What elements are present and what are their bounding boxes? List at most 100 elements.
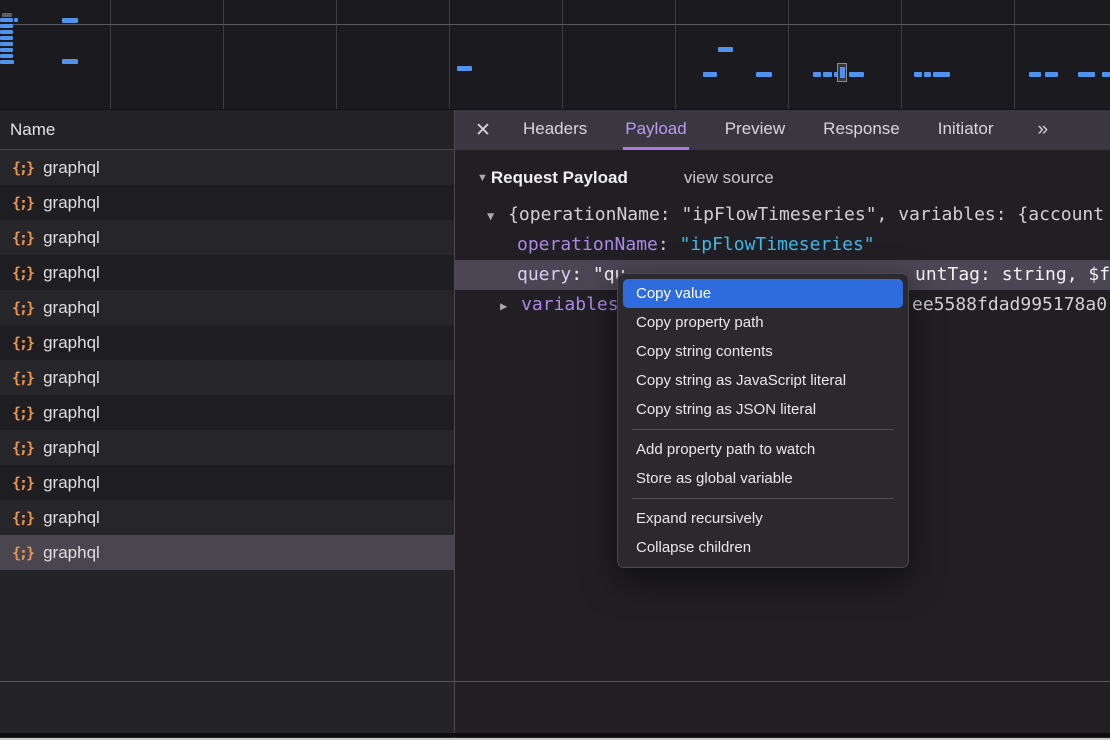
view-source-link[interactable]: view source bbox=[684, 168, 774, 188]
request-timing-bar bbox=[1045, 72, 1058, 77]
summary-divider bbox=[0, 681, 1110, 682]
collapsed-triangle-icon[interactable]: ▶ bbox=[500, 299, 507, 313]
request-timing-bar bbox=[1078, 72, 1095, 77]
menu-separator bbox=[632, 498, 894, 499]
request-timing-bar bbox=[2, 13, 12, 17]
json-braces-icon: {;} bbox=[12, 264, 33, 282]
request-timing-bar bbox=[1029, 72, 1041, 77]
timeline-gridline bbox=[336, 0, 337, 109]
request-row[interactable]: {;} graphql bbox=[0, 465, 454, 500]
menu-item-collapse-children[interactable]: Collapse children bbox=[623, 533, 903, 562]
json-braces-icon: {;} bbox=[12, 369, 33, 387]
json-row-operation-name[interactable]: operationName: "ipFlowTimeseries" bbox=[455, 230, 1110, 260]
menu-item-copy-property-path[interactable]: Copy property path bbox=[623, 308, 903, 337]
timeline-gridline bbox=[675, 0, 676, 109]
menu-item-copy-value[interactable]: Copy value bbox=[623, 279, 903, 308]
timeline-gridline bbox=[901, 0, 902, 109]
tab-response[interactable]: Response bbox=[821, 110, 902, 150]
request-name-label: graphql bbox=[43, 438, 100, 458]
json-braces-icon: {;} bbox=[12, 299, 33, 317]
menu-item-copy-string-as-javascript-literal[interactable]: Copy string as JavaScript literal bbox=[623, 366, 903, 395]
json-key: query bbox=[517, 264, 571, 285]
timeline-gridline bbox=[223, 0, 224, 109]
request-name-label: graphql bbox=[43, 263, 100, 283]
network-main-split: Name {;}graphql{;}graphql{;}graphql{;}gr… bbox=[0, 110, 1110, 740]
request-timing-bar bbox=[0, 60, 14, 64]
request-name-label: graphql bbox=[43, 508, 100, 528]
request-row[interactable]: {;} graphql bbox=[0, 290, 454, 325]
request-timing-bar bbox=[703, 72, 717, 77]
details-tab-bar: ✕ Headers Payload Preview Response Initiator… bbox=[455, 110, 1110, 150]
request-row[interactable]: {;}graphql bbox=[0, 220, 454, 255]
request-row[interactable]: {;} graphql bbox=[0, 325, 454, 360]
request-timing-bar bbox=[0, 48, 13, 52]
request-row[interactable]: {;} graphql bbox=[0, 255, 454, 290]
tab-preview[interactable]: Preview bbox=[723, 110, 787, 150]
name-column-header[interactable]: Name bbox=[0, 110, 454, 150]
tab-headers[interactable]: Headers bbox=[521, 110, 589, 150]
request-timing-bar bbox=[457, 66, 472, 71]
json-braces-icon: {;} bbox=[12, 474, 33, 492]
menu-item-copy-string-contents[interactable]: Copy string contents bbox=[623, 337, 903, 366]
json-braces-icon: {;} bbox=[12, 159, 33, 177]
request-row[interactable]: {;}graphql bbox=[0, 535, 454, 570]
json-key: variables bbox=[521, 294, 619, 315]
request-payload-header: ▼ Request Payload view source bbox=[455, 163, 1110, 193]
json-key: operationName bbox=[517, 234, 658, 255]
menu-item-copy-string-as-json-literal[interactable]: Copy string as JSON literal bbox=[623, 395, 903, 424]
hovered-request-marker bbox=[837, 63, 847, 82]
window-bottom-edge bbox=[0, 733, 1110, 737]
request-row[interactable]: {;}graphql bbox=[0, 395, 454, 430]
menu-item-expand-recursively[interactable]: Expand recursively bbox=[623, 504, 903, 533]
tab-overflow-chevrons-icon[interactable]: » bbox=[1037, 119, 1046, 141]
request-name-label: graphql bbox=[43, 473, 100, 493]
section-collapse-triangle-icon[interactable]: ▼ bbox=[477, 172, 488, 184]
menu-separator bbox=[632, 429, 894, 430]
timeline-gridline bbox=[562, 0, 563, 109]
timeline-gridline bbox=[449, 0, 450, 109]
json-string-value: "ipFlowTimeseries" bbox=[680, 234, 875, 255]
request-timing-bar bbox=[0, 18, 13, 22]
request-timing-bar bbox=[62, 59, 78, 64]
json-braces-icon: {;} bbox=[12, 334, 33, 352]
request-row[interactable]: {;} graphql bbox=[0, 360, 454, 395]
request-name-label: graphql bbox=[43, 298, 100, 318]
tab-initiator[interactable]: Initiator bbox=[936, 110, 996, 150]
request-name-label: graphql bbox=[43, 368, 100, 388]
tab-payload[interactable]: Payload bbox=[623, 110, 688, 150]
close-icon[interactable]: ✕ bbox=[475, 121, 493, 140]
request-name-label: graphql bbox=[43, 158, 100, 178]
menu-item-store-as-global-variable[interactable]: Store as global variable bbox=[623, 464, 903, 493]
request-timing-bar bbox=[813, 72, 821, 77]
request-timing-bar bbox=[0, 36, 13, 40]
menu-item-add-property-path-to-watch[interactable]: Add property path to watch bbox=[623, 435, 903, 464]
request-name-label: graphql bbox=[43, 333, 100, 353]
json-preview-right-fragment: ee5588fdad995178a0 bbox=[912, 290, 1107, 320]
expand-triangle-icon[interactable]: ▼ bbox=[487, 209, 494, 223]
network-overview-timeline[interactable] bbox=[0, 0, 1110, 110]
request-row[interactable]: {;}graphql bbox=[0, 185, 454, 220]
json-braces-icon: {;} bbox=[12, 544, 33, 562]
request-name-label: graphql bbox=[43, 228, 100, 248]
request-row[interactable]: {;} graphql bbox=[0, 150, 454, 185]
request-timing-bar bbox=[924, 72, 931, 77]
request-timing-bar bbox=[823, 72, 832, 77]
request-name-label: graphql bbox=[43, 403, 100, 423]
timeline-gridline bbox=[1014, 0, 1015, 109]
request-row[interactable]: {;} graphql bbox=[0, 430, 454, 465]
request-timing-bar bbox=[914, 72, 922, 77]
request-timing-bar bbox=[0, 42, 13, 46]
request-timing-bar bbox=[718, 47, 733, 52]
request-row[interactable]: {;}graphql bbox=[0, 500, 454, 535]
json-root-row[interactable]: ▼ {operationName: "ipFlowTimeseries", va… bbox=[455, 200, 1110, 230]
request-timing-bar bbox=[62, 18, 78, 23]
request-timing-bar bbox=[849, 72, 864, 77]
request-timing-bar bbox=[14, 18, 18, 22]
request-timing-bar bbox=[933, 72, 950, 77]
json-braces-icon: {;} bbox=[12, 439, 33, 457]
json-root-preview: {operationName: "ipFlowTimeseries", vari… bbox=[508, 204, 1104, 225]
timeline-divider-line bbox=[0, 24, 1110, 25]
request-list: {;} graphql {;} graphql {;} graphql {;} graphql… bbox=[0, 150, 454, 570]
name-column-label: Name bbox=[10, 120, 55, 140]
request-timing-bar bbox=[756, 72, 772, 77]
